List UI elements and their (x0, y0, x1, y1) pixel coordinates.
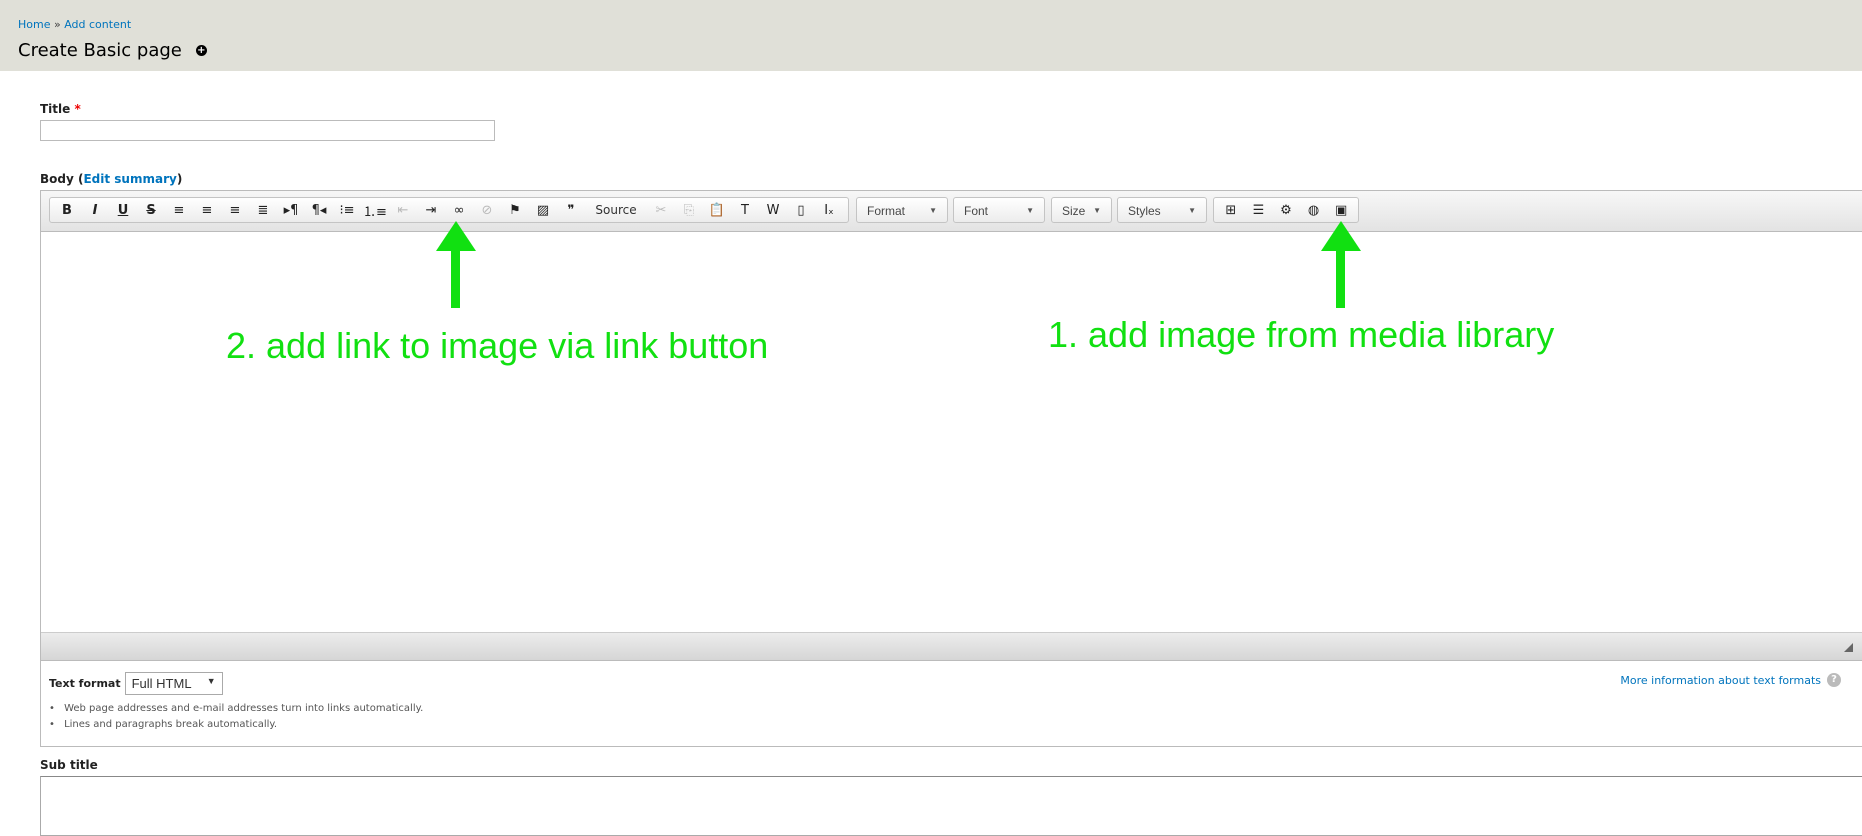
globe-icon[interactable]: ◍ (1300, 199, 1328, 221)
edit-summary-link[interactable]: Edit summary (83, 172, 176, 186)
template-icon[interactable]: ▯ (787, 199, 815, 221)
bold-icon[interactable]: B (53, 199, 81, 221)
text-format-selected: Full HTML (131, 676, 192, 691)
breadcrumb: Home » Add content (18, 18, 131, 31)
annotation-arrow-shaft (451, 250, 460, 308)
text-format-select[interactable]: Full HTML ▼ (124, 672, 223, 695)
unlink-icon[interactable]: ⊘ (473, 199, 501, 221)
chevron-down-icon: ▼ (206, 676, 216, 686)
chevron-down-icon: ▼ (929, 206, 937, 215)
page-header: Home » Add content Create Basic page + (0, 0, 1862, 71)
size-combo-label: Size (1062, 204, 1086, 218)
body-label-close: ) (176, 172, 183, 186)
add-shortcut-icon[interactable]: + (195, 45, 207, 56)
italic-icon[interactable]: I (81, 199, 109, 221)
outdent-icon[interactable]: ⇤ (389, 199, 417, 221)
tip-item: Web page addresses and e-mail addresses … (49, 701, 423, 717)
editor-toolbar: B I U S ≡ ≡ ≡ ≣ ▸¶ ¶◂ ⁝≡ ⒈≡ ⇤ ⇥ ∞ ⊘ ⚑ ▨ ❞ Source ✂ ⎘ 📋 T W ▯ Iₓ Fo… (41, 191, 1862, 232)
annotation-arrow-up-icon (1321, 221, 1361, 251)
title-label-text: Title (40, 102, 71, 116)
text-format-tips: Web page addresses and e-mail addresses … (49, 701, 423, 733)
body-editor: B I U S ≡ ≡ ≡ ≣ ▸¶ ¶◂ ⁝≡ ⒈≡ ⇤ ⇥ ∞ ⊘ ⚑ ▨ ❞ Source ✂ ⎘ 📋 T W ▯ Iₓ Fo… (40, 190, 1862, 747)
title-input[interactable] (40, 120, 495, 141)
title-label: Title * (40, 102, 81, 116)
annotation-step-1: 1. add image from media library (1048, 314, 1555, 355)
subtitle-input[interactable] (40, 776, 1862, 836)
source-button[interactable]: Source (585, 199, 647, 221)
show-blocks-icon[interactable]: ☰ (1245, 199, 1273, 221)
resize-handle-icon[interactable] (1844, 643, 1853, 652)
indent-icon[interactable]: ⇥ (417, 199, 445, 221)
breadcrumb-add-content[interactable]: Add content (64, 18, 131, 31)
chevron-down-icon: ▼ (1093, 206, 1101, 215)
editor-bottom-bar (41, 632, 1862, 661)
size-combo[interactable]: Size ▼ (1051, 197, 1112, 223)
annotation-step-2: 2. add link to image via link button (226, 325, 769, 366)
table-icon[interactable]: ⊞ (1217, 199, 1245, 221)
remove-format-icon[interactable]: Iₓ (815, 199, 843, 221)
font-combo[interactable]: Font ▼ (953, 197, 1045, 223)
align-right-icon[interactable]: ≡ (221, 199, 249, 221)
editor-content-area[interactable] (41, 232, 1862, 632)
styles-combo[interactable]: Styles ▼ (1117, 197, 1207, 223)
text-format-row: Text format Full HTML ▼ (49, 672, 223, 695)
page-title-row: Create Basic page + (18, 40, 207, 61)
align-center-icon[interactable]: ≡ (193, 199, 221, 221)
strikethrough-icon[interactable]: S (137, 199, 165, 221)
body-label-text: Body ( (40, 172, 84, 186)
subtitle-label: Sub title (40, 758, 98, 772)
link-icon[interactable]: ∞ (445, 199, 473, 221)
text-format-label: Text format (49, 677, 121, 690)
toolbar-group-insert: ⊞ ☰ ⚙ ◍ ▣ (1213, 197, 1359, 223)
rtl-icon[interactable]: ¶◂ (305, 199, 333, 221)
annotation-arrow-up-icon (436, 221, 476, 251)
annotation-arrow-shaft (1336, 250, 1345, 308)
help-icon[interactable]: ? (1827, 673, 1841, 687)
embed-icon[interactable]: ⚙ (1272, 199, 1300, 221)
format-combo[interactable]: Format ▼ (856, 197, 948, 223)
media-library-icon[interactable]: ▣ (1327, 199, 1355, 221)
breadcrumb-home[interactable]: Home (18, 18, 50, 31)
more-info-link[interactable]: More information about text formats (1620, 674, 1821, 687)
more-info-row: More information about text formats? (1620, 673, 1841, 687)
required-mark: * (74, 102, 81, 116)
page-title: Create Basic page (18, 40, 182, 61)
paste-icon[interactable]: 📋 (703, 199, 731, 221)
chevron-down-icon: ▼ (1026, 206, 1034, 215)
align-left-icon[interactable]: ≡ (165, 199, 193, 221)
breadcrumb-separator: » (53, 18, 61, 31)
underline-icon[interactable]: U (109, 199, 137, 221)
format-combo-label: Format (867, 204, 906, 218)
body-label: Body (Edit summary) (40, 172, 182, 186)
toolbar-group-formatting: B I U S ≡ ≡ ≡ ≣ ▸¶ ¶◂ ⁝≡ ⒈≡ ⇤ ⇥ ∞ ⊘ ⚑ ▨ ❞ Source ✂ ⎘ 📋 T W ▯ Iₓ (49, 197, 849, 223)
copy-icon[interactable]: ⎘ (675, 199, 703, 221)
justify-icon[interactable]: ≣ (249, 199, 277, 221)
bulleted-list-icon[interactable]: ⁝≡ (333, 199, 361, 221)
blockquote-icon[interactable]: ❞ (557, 199, 585, 221)
paste-word-icon[interactable]: W (759, 199, 787, 221)
cut-icon[interactable]: ✂ (647, 199, 675, 221)
ltr-icon[interactable]: ▸¶ (277, 199, 305, 221)
styles-combo-label: Styles (1128, 204, 1161, 218)
tip-item: Lines and paragraphs break automatically… (49, 717, 423, 733)
font-combo-label: Font (964, 204, 989, 218)
paste-text-icon[interactable]: T (731, 199, 759, 221)
chevron-down-icon: ▼ (1188, 206, 1196, 215)
numbered-list-icon[interactable]: ⒈≡ (361, 199, 389, 221)
anchor-flag-icon[interactable]: ⚑ (501, 199, 529, 221)
image-icon[interactable]: ▨ (529, 199, 557, 221)
